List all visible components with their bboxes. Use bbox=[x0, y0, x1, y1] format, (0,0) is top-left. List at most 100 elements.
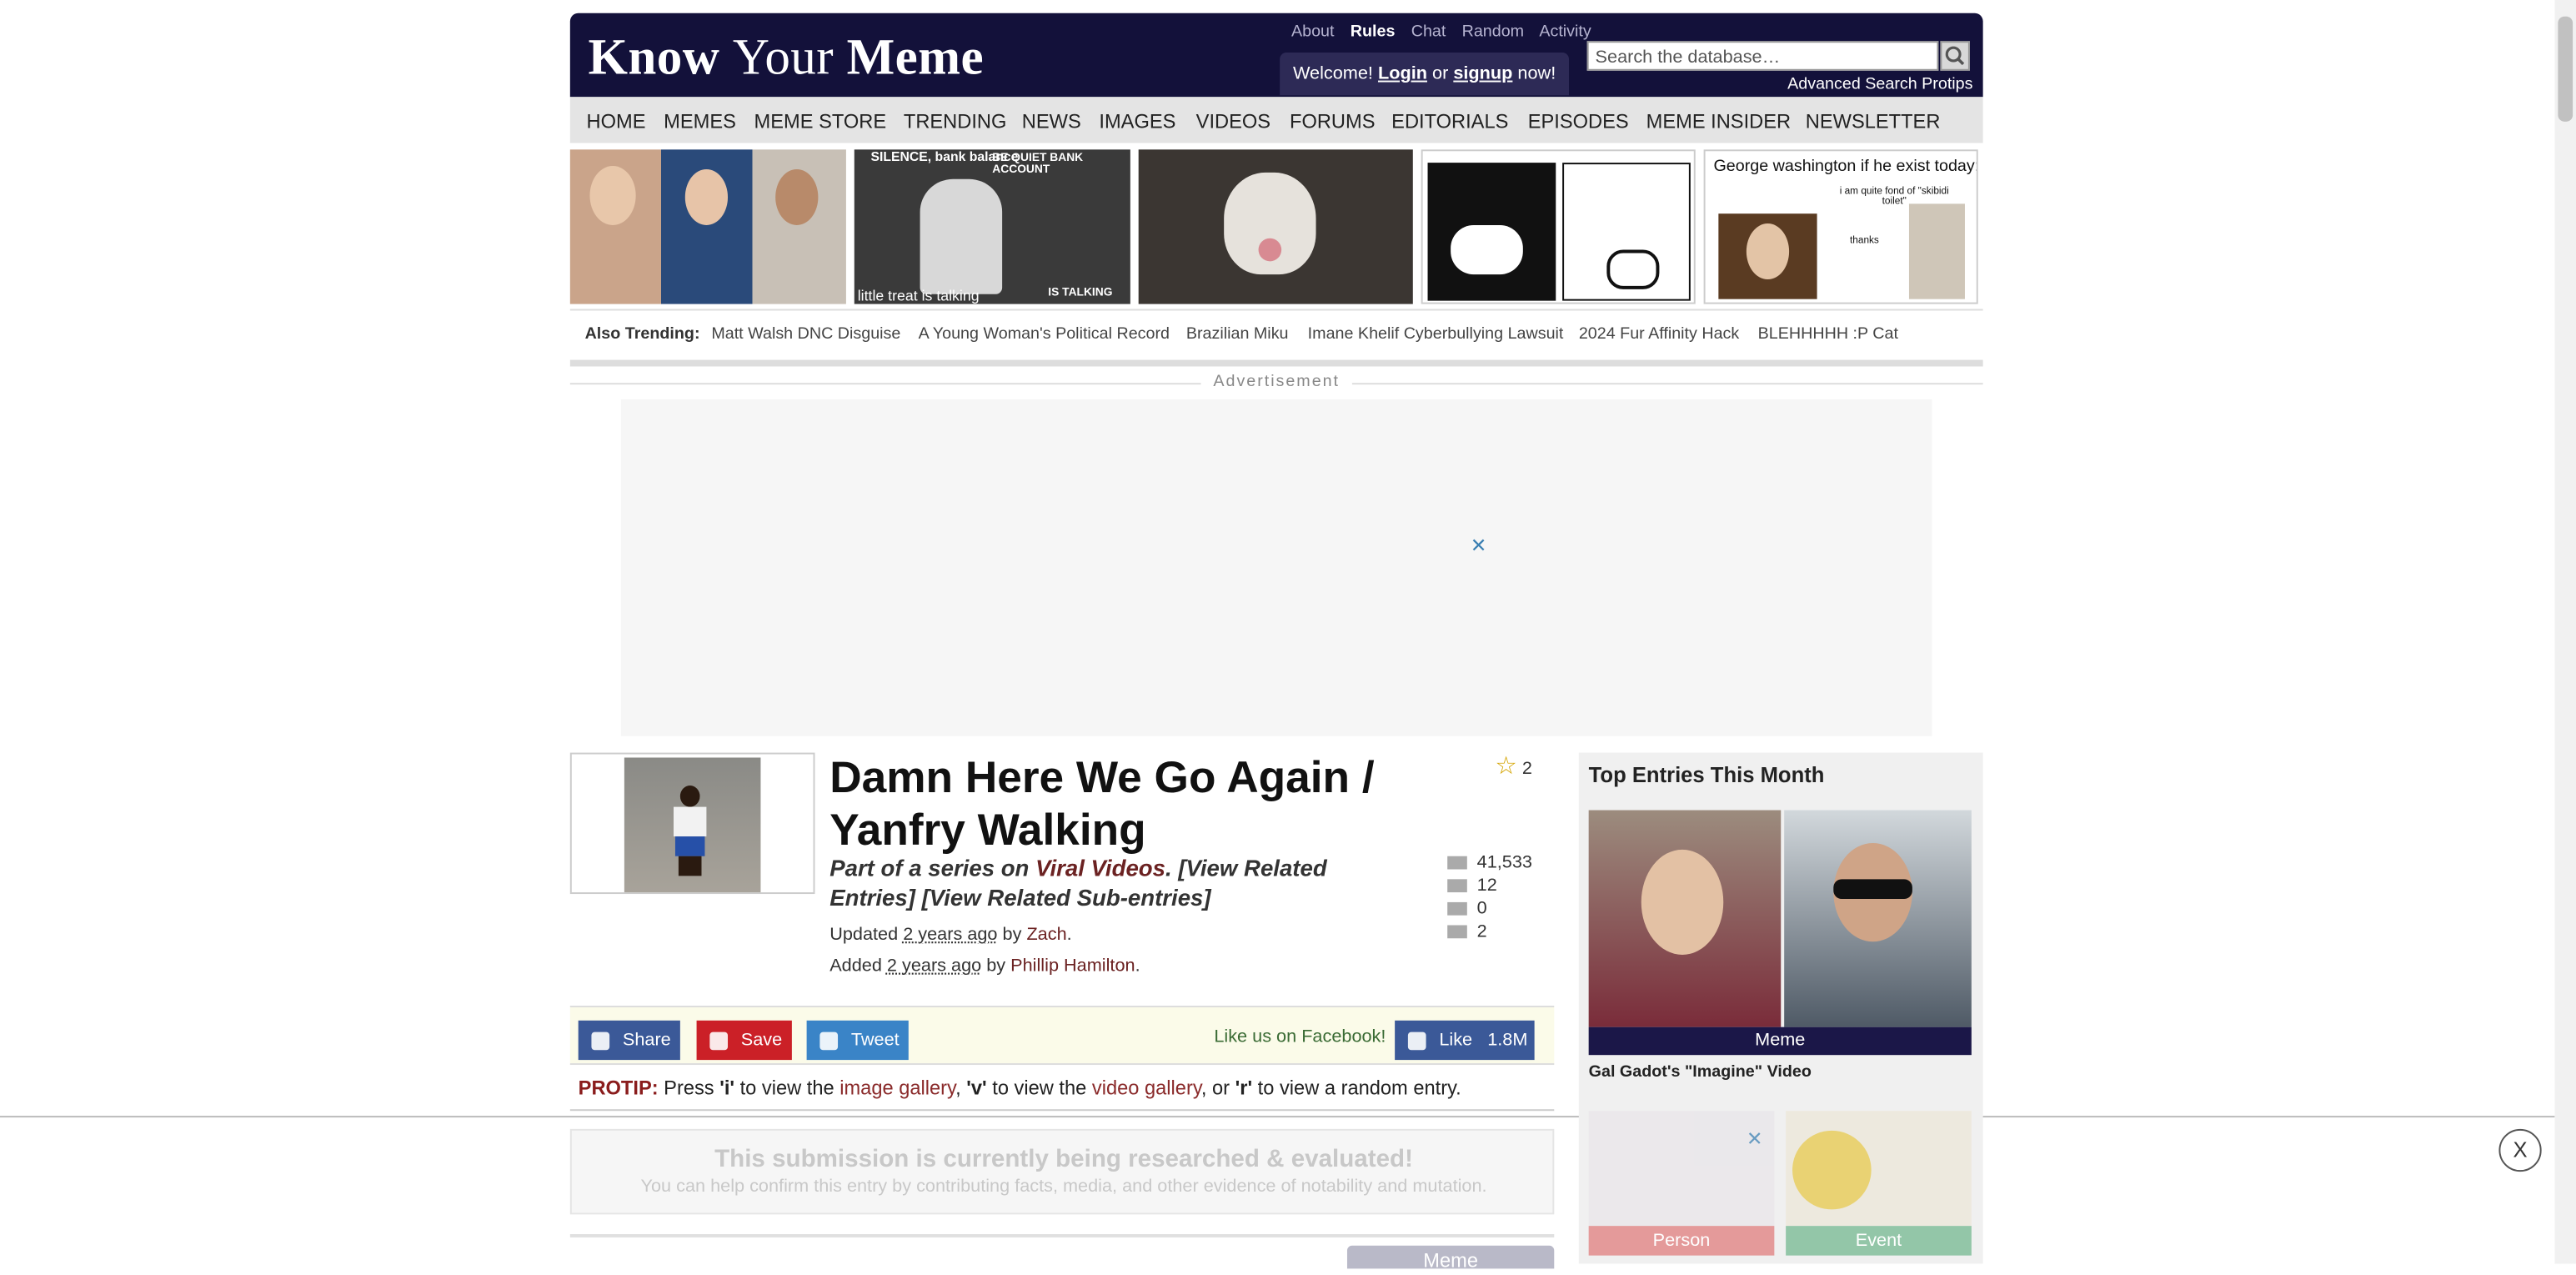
trending-thumb-1[interactable] bbox=[569, 149, 846, 304]
facebook-like-button[interactable]: Like 1.8M bbox=[1395, 1020, 1535, 1061]
top-links: About Rules Chat Random Activity bbox=[1291, 23, 1603, 42]
top-entry-category[interactable]: Meme bbox=[1588, 1027, 1972, 1056]
trending-link[interactable]: Brazilian Miku bbox=[1186, 325, 1289, 344]
nav-meme-insider[interactable]: MEME INSIDER bbox=[1646, 110, 1791, 133]
facebook-icon bbox=[591, 1031, 610, 1050]
trending-link[interactable]: BLEHHHHH :P Cat bbox=[1758, 325, 1898, 344]
star-icon: ☆ bbox=[1495, 752, 1517, 781]
rules-link[interactable]: Rules bbox=[1351, 23, 1396, 42]
top-entry-title[interactable]: Gal Gadot's "Imagine" Video bbox=[1589, 1063, 1812, 1082]
trending-thumb-3[interactable] bbox=[1138, 149, 1413, 304]
thumb-caption: IS TALKING bbox=[1048, 287, 1113, 299]
favorite-button[interactable]: ☆ 2 bbox=[1495, 751, 1532, 781]
trending-link[interactable]: Matt Walsh DNC Disguise bbox=[711, 325, 900, 344]
views-stat: 41,533 bbox=[1447, 853, 1532, 872]
nav-forums[interactable]: FORUMS bbox=[1290, 110, 1375, 133]
category-person[interactable]: Person bbox=[1588, 1226, 1775, 1256]
robed-figure-image bbox=[920, 178, 1003, 294]
video-gallery-link[interactable]: video gallery bbox=[1092, 1077, 1201, 1100]
advertisement-label: Advertisement bbox=[569, 373, 1983, 393]
videos-stat[interactable]: 12 bbox=[1447, 876, 1497, 896]
category-event[interactable]: Event bbox=[1786, 1226, 1972, 1256]
search-input[interactable]: Search the database… bbox=[1586, 41, 1939, 71]
research-subtext: You can help confirm this entry by contr… bbox=[640, 1177, 1487, 1197]
trending-link[interactable]: A Young Woman's Political Record bbox=[919, 325, 1170, 344]
comment-icon bbox=[1447, 925, 1467, 939]
signup-link[interactable]: signup bbox=[1453, 64, 1512, 84]
also-trending-bar: Also Trending: Matt Walsh DNC Disguise A… bbox=[569, 309, 1983, 367]
like-us-text: Like us on Facebook! bbox=[1214, 1027, 1386, 1047]
divider bbox=[569, 1233, 1555, 1237]
meme-category-tab[interactable]: Meme bbox=[1346, 1245, 1555, 1272]
scrollbar[interactable] bbox=[2554, 0, 2576, 1264]
added-time: 2 years ago bbox=[886, 956, 982, 976]
login-link[interactable]: Login bbox=[1378, 64, 1427, 84]
site-header: Know Your Meme About Rules Chat Random A… bbox=[569, 13, 1983, 98]
nav-episodes[interactable]: EPISODES bbox=[1528, 110, 1629, 133]
nav-home[interactable]: HOME bbox=[587, 110, 646, 133]
entry-title: Damn Here We Go Again / Yanfry Walking bbox=[829, 752, 1375, 855]
ad-close-icon[interactable]: ✕ bbox=[1471, 534, 1487, 557]
thumbs-up-icon bbox=[1407, 1031, 1426, 1050]
man-photo bbox=[1784, 810, 1972, 1027]
facebook-share-button[interactable]: Share bbox=[578, 1020, 680, 1061]
comic-panel bbox=[1427, 163, 1556, 301]
updated-time: 2 years ago bbox=[903, 925, 998, 946]
close-icon[interactable]: ✕ bbox=[1747, 1127, 1763, 1151]
site-logo[interactable]: Know Your Meme bbox=[589, 28, 984, 88]
pinterest-save-button[interactable]: Save bbox=[696, 1020, 792, 1061]
speech-text: thanks bbox=[1850, 236, 1879, 247]
favorite-count: 2 bbox=[1521, 759, 1532, 780]
comic-hand bbox=[1606, 249, 1660, 289]
added-author-link[interactable]: Phillip Hamilton bbox=[1010, 956, 1135, 976]
face-image bbox=[775, 168, 819, 225]
updated-line: Updated 2 years ago by Zach. bbox=[829, 925, 1072, 946]
updated-author-link[interactable]: Zach bbox=[1026, 926, 1066, 946]
protip: PROTIP: Press 'i' to view the image gall… bbox=[578, 1076, 1461, 1100]
toilet-image bbox=[1908, 203, 1965, 299]
nav-trending[interactable]: TRENDING bbox=[904, 110, 1007, 133]
activity-link[interactable]: Activity bbox=[1539, 23, 1591, 42]
image-gallery-link[interactable]: image gallery bbox=[839, 1077, 955, 1100]
nav-memes[interactable]: MEMES bbox=[664, 110, 736, 133]
face-image bbox=[684, 168, 729, 225]
sticky-close-button[interactable]: X bbox=[2498, 1128, 2542, 1172]
sticky-ad-border bbox=[0, 1116, 2555, 1118]
trending-thumb-5[interactable]: George washington if he exist today: i a… bbox=[1703, 149, 1978, 304]
advertisement-slot[interactable] bbox=[620, 399, 1932, 736]
divider bbox=[569, 1109, 1555, 1112]
trending-thumb-2[interactable]: SILENCE, bank balance BE QUIET BANK ACCO… bbox=[854, 149, 1130, 304]
nav-meme-store[interactable]: MEME STORE bbox=[754, 110, 887, 133]
nav-editorials[interactable]: EDITORIALS bbox=[1391, 110, 1508, 133]
random-link[interactable]: Random bbox=[1462, 23, 1525, 42]
top-entry-image[interactable] bbox=[1588, 810, 1972, 1027]
emoji-image bbox=[1792, 1130, 1872, 1210]
nav-news[interactable]: NEWS bbox=[1022, 110, 1081, 133]
comments-stat[interactable]: 2 bbox=[1447, 922, 1487, 941]
search-button[interactable] bbox=[1940, 41, 1970, 71]
also-trending-label: Also Trending: bbox=[584, 325, 700, 344]
series-link[interactable]: Viral Videos bbox=[1035, 855, 1165, 881]
nav-newsletter[interactable]: NEWSLETTER bbox=[1806, 110, 1941, 133]
walking-child-image bbox=[672, 785, 708, 877]
welcome-box: Welcome! Login or signup now! bbox=[1280, 53, 1570, 96]
sidebar-entry-image[interactable]: ✕ bbox=[1588, 1111, 1775, 1227]
trending-link[interactable]: 2024 Fur Affinity Hack bbox=[1579, 325, 1739, 344]
nav-videos[interactable]: VIDEOS bbox=[1196, 110, 1270, 133]
sidebar-entry-image[interactable] bbox=[1786, 1111, 1972, 1227]
photo-icon bbox=[1447, 902, 1467, 916]
chat-link[interactable]: Chat bbox=[1411, 23, 1446, 42]
added-line: Added 2 years ago by Phillip Hamilton. bbox=[829, 956, 1140, 976]
trending-thumb-4[interactable] bbox=[1421, 149, 1696, 304]
twitter-tweet-button[interactable]: Tweet bbox=[806, 1020, 909, 1061]
photos-stat[interactable]: 0 bbox=[1447, 899, 1487, 919]
face-image bbox=[589, 166, 636, 225]
thumb-caption: little treat is talking bbox=[857, 287, 980, 304]
thumb-caption: BE QUIET BANK ACCOUNT bbox=[992, 153, 1084, 176]
nav-images[interactable]: IMAGES bbox=[1099, 110, 1175, 133]
about-link[interactable]: About bbox=[1291, 23, 1335, 42]
advanced-search-link[interactable]: Advanced Search Protips bbox=[1787, 76, 1972, 94]
scrollbar-thumb[interactable] bbox=[2558, 16, 2573, 122]
trending-link[interactable]: Imane Khelif Cyberbullying Lawsuit bbox=[1308, 325, 1564, 344]
entry-series: Part of a series on Viral Videos. [View … bbox=[829, 854, 1327, 911]
